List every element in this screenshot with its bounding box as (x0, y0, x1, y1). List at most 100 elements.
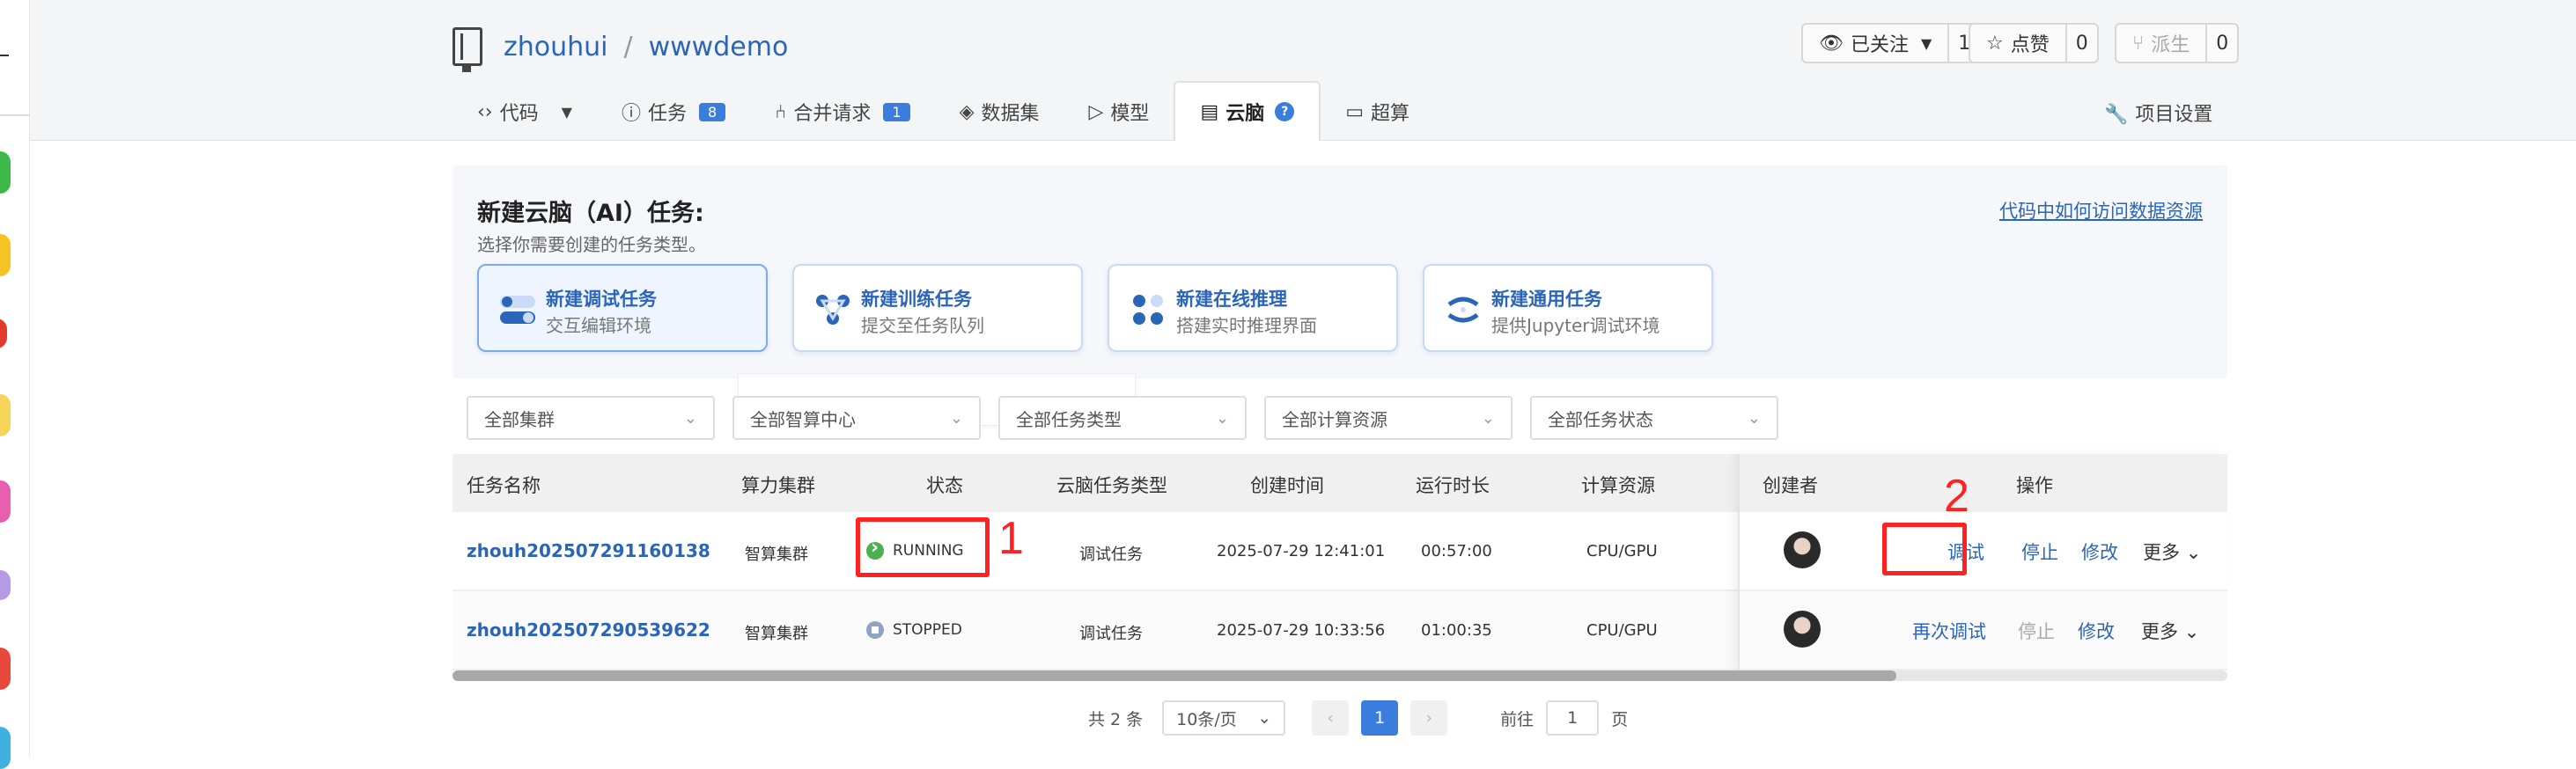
more-label: 更多 (2143, 542, 2180, 563)
tab-issues-label: 任务 (647, 103, 687, 125)
scrollbar-thumb[interactable] (453, 670, 1896, 681)
eye-icon: 👁 (1819, 32, 1844, 55)
repo-settings-link[interactable]: 🔧 项目设置 (2104, 99, 2212, 127)
code-icon: ‹› (477, 100, 493, 123)
dock-app-pink-icon[interactable] (0, 480, 11, 523)
repo-breadcrumb: zhouhui / wwwdemo (453, 25, 789, 72)
dock-app-purple-icon[interactable] (0, 570, 11, 600)
dock-app-chrome-icon[interactable] (0, 394, 11, 436)
duration-cell: 01:00:35 (1421, 621, 1492, 640)
repo-book-icon (453, 27, 482, 72)
repo-name-link[interactable]: wwwdemo (649, 32, 789, 62)
watch-button[interactable]: 👁 已关注 ▼ 1 (1801, 23, 1982, 63)
dock-app-yellow-icon[interactable] (0, 234, 11, 276)
tab-models[interactable]: ▷ 模型 (1064, 83, 1174, 141)
layers-icon: ◈ (959, 100, 975, 123)
col-header-created: 创建时间 (1250, 475, 1324, 496)
task-type-filter[interactable]: 全部任务类型 ⌄ (998, 396, 1247, 440)
col-header-name: 任务名称 (467, 475, 541, 496)
new-task-panel: 新建云脑（AI）任务: 选择你需要创建的任务类型。 代码中如何访问数据资源 新建… (453, 165, 2227, 378)
tab-pull-requests[interactable]: ⑃ 合并请求 1 (750, 83, 934, 141)
resource-cell: CPU/GPU (1586, 621, 1658, 640)
play-icon: ▷ (1088, 100, 1104, 123)
tab-cloudbrain[interactable]: ▤ 云脑? (1174, 81, 1321, 141)
cluster-filter[interactable]: 全部集群 ⌄ (467, 396, 715, 440)
tab-models-label: 模型 (1110, 103, 1150, 125)
task-name-link[interactable]: zhouh202507290539622 (467, 619, 710, 641)
cluster-filter-value: 全部集群 (484, 408, 555, 430)
more-label: 更多 (2141, 621, 2178, 642)
filter-bar: 全部集群 ⌄ 全部智算中心 ⌄ 全部任务类型 ⌄ 全部计算资源 ⌄ 全部任务状态 ⌄ (467, 396, 1796, 440)
more-dropdown[interactable]: 更多 ⌄ (2143, 538, 2201, 565)
goto-page-input[interactable]: 1 (1546, 700, 1600, 736)
card-desc: 提供Jupyter调试环境 (1491, 315, 1660, 336)
new-train-task-card[interactable]: 新建训练任务 提交至任务队列 (792, 264, 1083, 352)
tab-datasets[interactable]: ◈ 数据集 (935, 83, 1064, 141)
stopped-icon (866, 621, 884, 639)
help-icon[interactable]: ? (1275, 102, 1295, 121)
created-cell: 2025-07-29 12:41:01 (1217, 542, 1386, 560)
tab-pr-label: 合并请求 (793, 103, 872, 125)
fixed-right-columns: 调试 停止 修改 更多 ⌄ 再次调试 停止 修改 更多 ⌄ (1738, 454, 2227, 670)
tab-supercomputing[interactable]: ▭ 超算 (1321, 83, 1434, 141)
card-title: 新建调试任务 (546, 289, 657, 310)
avatar[interactable] (1784, 531, 1821, 568)
new-general-task-card[interactable]: 新建通用任务 提供Jupyter调试环境 (1423, 264, 1713, 352)
status-badge: STOPPED (866, 621, 962, 639)
new-inference-card[interactable]: 新建在线推理 搭建实时推理界面 (1108, 264, 1398, 352)
star-count: 0 (2075, 32, 2088, 55)
merge-icon: ⑃ (775, 100, 787, 123)
card-title: 新建在线推理 (1176, 289, 1287, 310)
col-header-resource: 计算资源 (1581, 475, 1655, 496)
fork-count: 0 (2216, 32, 2229, 55)
fork-button[interactable]: ⑂ 派生 0 (2115, 23, 2240, 63)
goto-label: 前往 (1500, 709, 1535, 729)
more-dropdown[interactable]: 更多 ⌄ (2141, 618, 2199, 644)
task-name-link[interactable]: zhouh202507291160138 (467, 540, 710, 561)
os-dock (0, 0, 30, 769)
star-button[interactable]: ☆ 点赞 0 (1969, 23, 2099, 63)
resource-filter[interactable]: 全部计算资源 ⌄ (1264, 396, 1512, 440)
tab-issues[interactable]: ⓘ 任务 8 (597, 83, 750, 141)
chevron-down-icon: ⌄ (949, 408, 963, 428)
repo-separator: / (623, 31, 633, 62)
page-size-select[interactable]: 10条/页 ⌄ (1162, 700, 1286, 736)
page-button-current[interactable]: 1 (1361, 700, 1399, 736)
center-filter[interactable]: 全部智算中心 ⌄ (732, 396, 981, 440)
rerun-button[interactable]: 再次调试 (1912, 618, 1986, 644)
col-header-cluster: 算力集群 (741, 475, 815, 496)
issue-icon: ⓘ (621, 103, 641, 125)
tab-code[interactable]: ‹› 代码 ▼ (453, 83, 597, 141)
edit-button[interactable]: 修改 (2078, 618, 2115, 644)
dock-app-orange-icon[interactable] (0, 648, 11, 690)
dock-app-green-icon[interactable] (0, 151, 11, 194)
edit-button[interactable]: 修改 (2081, 538, 2118, 565)
settings-label: 项目设置 (2135, 104, 2213, 126)
data-access-help-link[interactable]: 代码中如何访问数据资源 (1999, 197, 2203, 223)
page-size-value: 10条/页 (1176, 709, 1237, 729)
stop-button[interactable]: 停止 (2021, 538, 2058, 565)
status-filter[interactable]: 全部任务状态 ⌄ (1530, 396, 1778, 440)
prev-page-button[interactable]: ‹ (1312, 700, 1350, 736)
chevron-right-icon: › (1425, 708, 1432, 728)
task-type-filter-value: 全部任务类型 (1016, 408, 1122, 430)
dots-icon (1133, 295, 1163, 325)
card-desc: 搭建实时推理界面 (1176, 315, 1317, 336)
card-title: 新建训练任务 (861, 289, 972, 310)
new-task-title: 新建云脑（AI）任务: (477, 200, 704, 227)
toggle-icon (500, 296, 535, 324)
monitor-icon: ▭ (1345, 100, 1365, 123)
page-unit-label: 页 (1611, 709, 1629, 729)
type-cell: 调试任务 (1079, 546, 1143, 564)
repo-owner-link[interactable]: zhouhui (504, 32, 608, 62)
avatar[interactable] (1784, 611, 1821, 648)
horizontal-scrollbar[interactable] (453, 670, 2227, 681)
dock-app-red-icon[interactable] (0, 319, 7, 348)
annotation-box-status (856, 517, 990, 577)
dock-app-blue-icon[interactable] (0, 727, 11, 769)
fork-icon: ⑂ (2132, 32, 2145, 55)
next-page-button[interactable]: › (1410, 700, 1448, 736)
chevron-down-icon: ⌄ (683, 408, 697, 428)
center-filter-value: 全部智算中心 (750, 408, 856, 430)
new-debug-task-card[interactable]: 新建调试任务 交互编辑环境 (477, 264, 768, 352)
